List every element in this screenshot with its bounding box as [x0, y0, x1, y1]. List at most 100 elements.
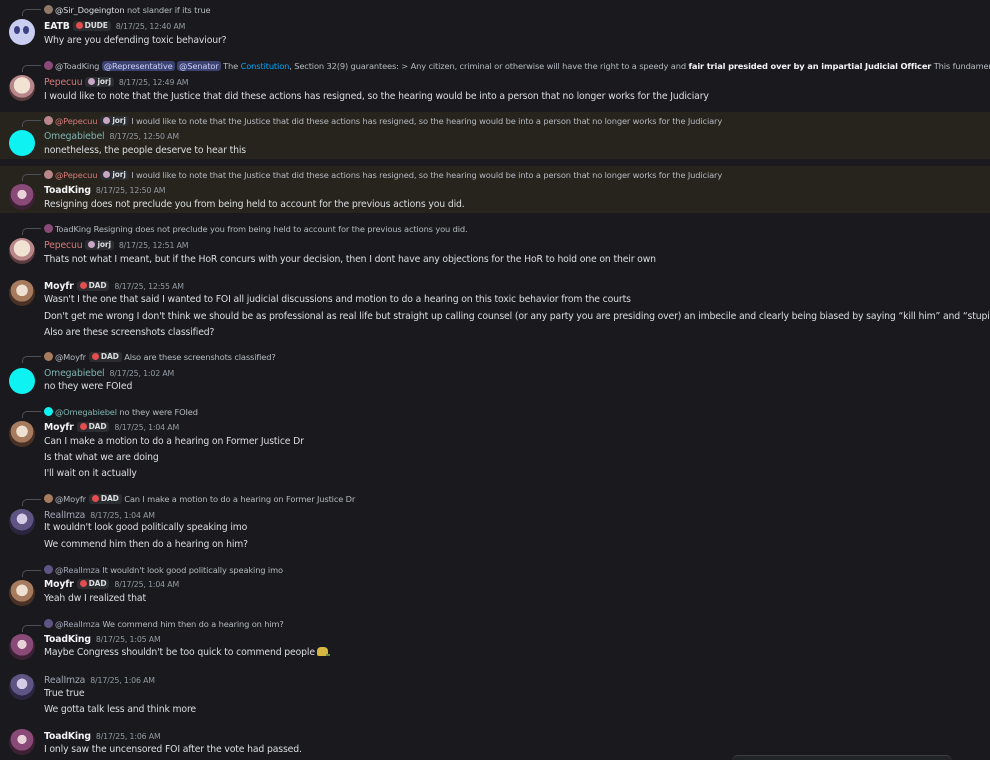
reply-preview[interactable]: @RealImza It wouldn't look good politica…	[44, 564, 283, 576]
author-name[interactable]: EATB	[44, 21, 70, 32]
reply-avatar	[44, 116, 53, 125]
avatar[interactable]	[9, 634, 35, 660]
message: Moyfr DAD 8/17/25, 12:55 AM Wasn't I the o…	[0, 274, 990, 344]
reply-text: , Section 32(9) guarantees: > Any citize…	[289, 61, 686, 71]
mention[interactable]: @Representative	[101, 61, 175, 71]
timestamp: 8/17/25, 12:40 AM	[115, 22, 186, 31]
avatar[interactable]	[9, 130, 35, 156]
reply-avatar	[44, 407, 53, 416]
reply-preview[interactable]: @Sir_Dogeington not slander if its true	[44, 4, 211, 16]
message-text: Can I make a motion to do a hearing on F…	[44, 436, 304, 447]
author-name[interactable]: Moyfr	[44, 422, 74, 433]
role-icon	[91, 353, 99, 360]
reply-avatar	[44, 494, 53, 503]
reply-preview[interactable]: @Moyfr DAD Can I make a motion to do a he…	[44, 493, 355, 505]
message: @RealImza We commend him then do a heari…	[0, 616, 990, 666]
reply-text: not slander if its true	[126, 5, 211, 15]
channel-link[interactable]: Constitution	[241, 61, 290, 71]
role-icon	[75, 22, 83, 29]
timestamp: 8/17/25, 12:50 AM	[95, 186, 166, 195]
reply-author[interactable]: @Omegabiebel	[55, 407, 117, 417]
message: @Moyfr DAD Can I make a motion to do a he…	[0, 490, 990, 556]
avatar[interactable]	[9, 674, 35, 700]
message-list[interactable]: @Sir_Dogeington not slander if its true …	[0, 0, 990, 760]
avatar[interactable]	[9, 280, 35, 306]
role-tag: DAD	[76, 422, 110, 432]
message: @Moyfr DAD Also are these screenshots cla…	[0, 348, 990, 398]
author-name[interactable]: Omegabiebel	[44, 368, 105, 379]
message-text: I would like to note that the Justice th…	[44, 91, 709, 102]
author-name[interactable]: ToadKing	[44, 634, 91, 645]
jump-to-present-bar[interactable]	[732, 755, 952, 760]
timestamp: 8/17/25, 1:04 AM	[114, 423, 180, 432]
avatar[interactable]	[9, 19, 35, 45]
reply-avatar	[44, 61, 53, 70]
author-name[interactable]: Omegabiebel	[44, 131, 105, 142]
avatar[interactable]	[9, 184, 35, 210]
timestamp: 8/17/25, 12:49 AM	[118, 78, 189, 87]
message-text: Yeah dw I realized that	[44, 593, 146, 604]
author-name[interactable]: RealImza	[44, 510, 85, 521]
reply-preview[interactable]: @Pepecuu jorj I would like to note that t…	[44, 169, 722, 181]
role-icon	[103, 117, 111, 124]
author-name[interactable]: ToadKing	[44, 731, 91, 742]
role-tag: jorj	[100, 116, 129, 126]
role-icon	[79, 580, 87, 587]
author-name[interactable]: RealImza	[44, 675, 85, 686]
role-tag: jorj	[85, 240, 114, 250]
author-name[interactable]: Moyfr	[44, 579, 74, 590]
avatar[interactable]	[9, 509, 35, 535]
reply-preview[interactable]: @Moyfr DAD Also are these screenshots cla…	[44, 351, 276, 363]
reply-author[interactable]: @RealImza	[55, 565, 100, 575]
reply-author[interactable]: @Sir_Dogeington	[55, 5, 125, 15]
reply-avatar	[44, 224, 53, 233]
message-text: no they were FOIed	[44, 381, 133, 392]
reply-avatar	[44, 565, 53, 574]
reply-author[interactable]: @Pepecuu	[55, 116, 98, 126]
message-text: Is that what we are doing	[44, 452, 159, 463]
message: @Omegabiebel no they were FOIed Moyfr DAD…	[0, 402, 990, 486]
role-icon	[79, 423, 87, 430]
role-tag: DUDE	[72, 21, 111, 31]
role-tag: DAD	[88, 352, 122, 362]
reply-text: Resigning does not preclude you from bei…	[93, 224, 468, 234]
author-name[interactable]: Moyfr	[44, 281, 74, 292]
avatar[interactable]	[9, 421, 35, 447]
avatar[interactable]	[9, 238, 35, 264]
timestamp: 8/17/25, 1:06 AM	[90, 676, 155, 685]
reply-author[interactable]: @Moyfr	[55, 494, 86, 504]
timestamp: 8/17/25, 1:02 AM	[109, 369, 175, 378]
timestamp: 8/17/25, 1:04 AM	[114, 580, 180, 589]
author-name[interactable]: Pepecuu	[44, 240, 83, 251]
reply-preview[interactable]: ToadKing Resigning does not preclude you…	[44, 223, 468, 235]
reply-author[interactable]: ToadKing	[55, 224, 91, 234]
avatar[interactable]	[9, 580, 35, 606]
message-text-row: Maybe Congress shouldn't be too quick to…	[44, 646, 328, 659]
role-icon	[103, 171, 111, 178]
reply-avatar	[44, 170, 53, 179]
reply-author[interactable]: @ToadKing	[55, 61, 99, 71]
avatar[interactable]	[9, 75, 35, 101]
reply-text: I would like to note that the Justice th…	[131, 170, 723, 180]
reply-bold-text: fair trial presided over by an impartial…	[688, 61, 932, 71]
reply-preview[interactable]: @ToadKing @Representative @Senator The C…	[44, 60, 990, 72]
reply-author[interactable]: @Pepecuu	[55, 170, 98, 180]
reply-avatar	[44, 352, 53, 361]
author-name[interactable]: Pepecuu	[44, 77, 83, 88]
author-name[interactable]: ToadKing	[44, 185, 91, 196]
avatar[interactable]	[9, 729, 35, 755]
reply-preview[interactable]: @Omegabiebel no they were FOIed	[44, 406, 198, 418]
avatar[interactable]	[9, 368, 35, 394]
message: @Sir_Dogeington not slander if its true …	[0, 0, 990, 54]
reply-text: Can I make a motion to do a hearing on F…	[124, 494, 356, 504]
message-text: Don't get me wrong I don't think we shou…	[44, 311, 990, 322]
mention[interactable]: @Senator	[177, 61, 221, 71]
reply-preview[interactable]: @RealImza We commend him then do a heari…	[44, 618, 284, 630]
message-text: Wasn't I the one that said I wanted to F…	[44, 294, 631, 305]
message-text: We gotta talk less and think more	[44, 704, 196, 715]
reply-author[interactable]: @Moyfr	[55, 352, 86, 362]
message: @RealImza It wouldn't look good politica…	[0, 561, 990, 611]
reply-author[interactable]: @RealImza	[55, 619, 100, 629]
reply-preview[interactable]: @Pepecuu jorj I would like to note that t…	[44, 115, 722, 127]
timestamp: 8/17/25, 1:04 AM	[90, 511, 155, 520]
